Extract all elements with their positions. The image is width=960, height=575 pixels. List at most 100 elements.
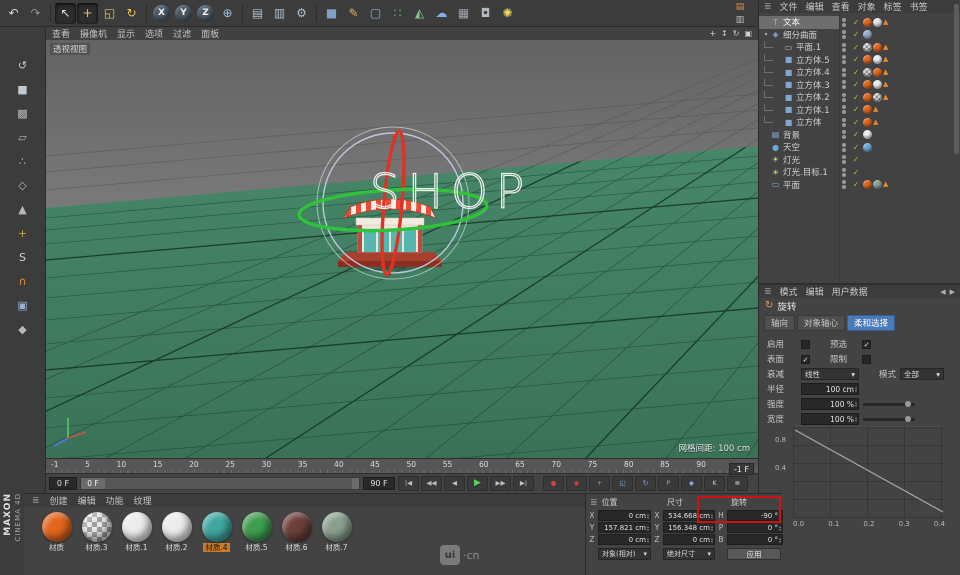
size-field[interactable]: 156.348 cm ▴▾ [663, 522, 715, 533]
object-manager-menu-item[interactable]: 标签 [884, 0, 902, 13]
layout-switch-icon[interactable]: ▤ [733, 1, 747, 13]
viewport-menu-item[interactable]: 面板 [201, 27, 219, 40]
timeline.record_icons.3.name[interactable]: ◱ [612, 476, 633, 491]
object-type-icon[interactable]: ▤ [770, 130, 781, 139]
visibility-dots[interactable] [839, 180, 849, 189]
left_toolbar.icons.9.name[interactable]: ∩ [14, 273, 31, 290]
material-preview-sphere[interactable] [42, 512, 72, 542]
enabled-check-icon[interactable]: ✓ [849, 30, 863, 39]
enabled-check-icon[interactable]: ✓ [849, 55, 863, 64]
object-manager-menu-item[interactable]: 编辑 [806, 0, 824, 13]
stepper-icon[interactable]: ▴▾ [779, 525, 781, 531]
top_toolbar.icons.11.name[interactable]: ⊕ [217, 3, 238, 24]
visibility-dots[interactable] [839, 93, 849, 102]
visibility-dots[interactable] [839, 155, 849, 164]
apply-button[interactable]: 应用 [727, 548, 781, 560]
material-tag-icon[interactable] [873, 80, 882, 89]
timeline.record_icons.7.name[interactable]: K [704, 476, 725, 491]
enabled-check-icon[interactable]: ✓ [849, 80, 863, 89]
texture-tag-icon[interactable] [863, 43, 872, 52]
width-slider[interactable] [863, 418, 915, 421]
left_toolbar.icons.11.name[interactable]: ◆ [14, 321, 31, 338]
object-type-icon[interactable]: ■ [783, 118, 794, 127]
surface-checkbox[interactable]: ✓ [801, 355, 810, 364]
object-type-icon[interactable]: ☀ [770, 168, 781, 177]
left_toolbar.icons.5.name[interactable]: ◇ [14, 177, 31, 194]
timeline.transport.0.name[interactable]: |◀ [398, 476, 419, 491]
attributes.nav_icons.1.name[interactable]: ▶ [950, 288, 955, 296]
material-preview-sphere[interactable] [242, 512, 272, 542]
left_toolbar.icons.8.name[interactable]: S [14, 249, 31, 266]
material-tag-icon[interactable] [863, 93, 872, 102]
top_toolbar.icons.2.name[interactable] [47, 3, 54, 24]
object-row[interactable]: ■ 立方体.5 ✓ ▲ [759, 54, 960, 67]
texture-tag-icon[interactable] [873, 93, 882, 102]
preselect-checkbox[interactable]: ✓ [862, 340, 871, 349]
material-item[interactable]: 材质.5 [238, 512, 275, 552]
top_toolbar.icons.17.name[interactable]: ■ [321, 3, 342, 24]
top_toolbar.icons.3.name[interactable]: ↖ [55, 3, 76, 24]
material-tag-icon[interactable] [873, 180, 882, 189]
object-row[interactable]: ■ 立方体 ✓ ▲ [759, 116, 960, 129]
size-mode-dropdown[interactable]: 绝对尺寸 ▾ [663, 548, 715, 560]
object-row[interactable]: ▭ 平面 ✓ ▲ [759, 179, 960, 192]
top_toolbar.icons.22.name[interactable]: ☁ [431, 3, 452, 24]
timeline-ruler[interactable]: -151015202530354045505560657075808590 [46, 458, 758, 473]
material-tag-icon[interactable] [863, 55, 872, 64]
timeline.transport.2.name[interactable]: ◀ [444, 476, 465, 491]
object-type-icon[interactable]: ■ [783, 93, 794, 102]
object-row[interactable]: ■ 立方体.3 ✓ ▲ [759, 79, 960, 92]
visibility-dots[interactable] [839, 30, 849, 39]
stepper-icon[interactable]: ▴▾ [855, 416, 857, 422]
timeline.record_icons.8.name[interactable]: ≣ [727, 476, 748, 491]
phong-tag-icon[interactable]: ▲ [883, 93, 888, 102]
enabled-check-icon[interactable]: ✓ [849, 143, 863, 152]
attribute-tab[interactable]: 柔和选择 [847, 315, 895, 331]
shop-3d-text[interactable]: SHOP [370, 165, 533, 220]
viewport.corner_icons.3.name[interactable]: ▣ [744, 29, 752, 38]
enabled-check-icon[interactable]: ✓ [849, 130, 863, 139]
object-row[interactable]: ■ 立方体.2 ✓ ▲ [759, 91, 960, 104]
material-item[interactable]: 材质.6 [278, 512, 315, 552]
visibility-dots[interactable] [839, 143, 849, 152]
top_toolbar.icons.19.name[interactable]: ▢ [365, 3, 386, 24]
timeline.record_icons.4.name[interactable]: ↻ [635, 476, 656, 491]
materials-menu-item[interactable]: 编辑 [78, 494, 96, 507]
expand-arrow-icon[interactable]: ▾ [762, 31, 770, 38]
material-item[interactable]: 材质 [38, 512, 75, 552]
position-field[interactable]: 157.821 cm ▴▾ [598, 522, 651, 533]
object-type-icon[interactable]: ▭ [770, 180, 781, 189]
top_toolbar.icons.24.name[interactable]: ◘ [475, 3, 496, 24]
object-list-scrollbar[interactable] [954, 4, 959, 154]
material-item[interactable]: 材质.4 [198, 512, 235, 552]
material-tag-icon[interactable] [863, 118, 872, 127]
phong-tag-icon[interactable]: ▲ [883, 43, 888, 52]
object-manager-menu-item[interactable]: 查看 [832, 0, 850, 13]
material-name[interactable]: 材质.2 [163, 543, 189, 552]
enabled-check-icon[interactable]: ✓ [849, 93, 863, 102]
timeline.record_icons.2.name[interactable]: + [589, 476, 610, 491]
object-list[interactable]: T 文本 ✓ ▲ ▾ ◈ 细分曲面 ✓ [759, 13, 960, 281]
top_toolbar.icons.13.name[interactable]: ▤ [247, 3, 268, 24]
material-name[interactable]: 材质.5 [243, 543, 269, 552]
material-tag-icon[interactable] [873, 43, 882, 52]
phong-tag-icon[interactable]: ▲ [883, 55, 888, 64]
object-row[interactable]: ▤ 背景 ✓ [759, 129, 960, 142]
material-name[interactable]: 材质.6 [283, 543, 309, 552]
object-manager-menu-item[interactable]: 书签 [910, 0, 928, 13]
panel-menu-icon[interactable]: ≣ [764, 287, 772, 297]
object-type-icon[interactable]: ◈ [770, 30, 781, 39]
object-row[interactable]: ☀ 灯光 ✓ [759, 154, 960, 167]
object-row[interactable]: ■ 立方体.4 ✓ ▲ [759, 66, 960, 79]
material-preview-sphere[interactable] [202, 512, 232, 542]
current-frame-field[interactable]: 0 F [49, 477, 77, 490]
viewport-menu-item[interactable]: 过滤 [173, 27, 191, 40]
top_toolbar.icons.16.name[interactable] [313, 3, 320, 24]
viewport-menu-item[interactable]: 摄像机 [80, 27, 107, 40]
material-item[interactable]: 材质.7 [318, 512, 355, 552]
range-end-grip[interactable] [352, 478, 359, 489]
preview-range-slider[interactable]: 0 F [80, 477, 360, 490]
object-type-icon[interactable]: ▭ [783, 43, 794, 52]
attribute-menu-item[interactable]: 用户数据 [832, 285, 868, 298]
object-type-icon[interactable]: ☀ [770, 155, 781, 164]
